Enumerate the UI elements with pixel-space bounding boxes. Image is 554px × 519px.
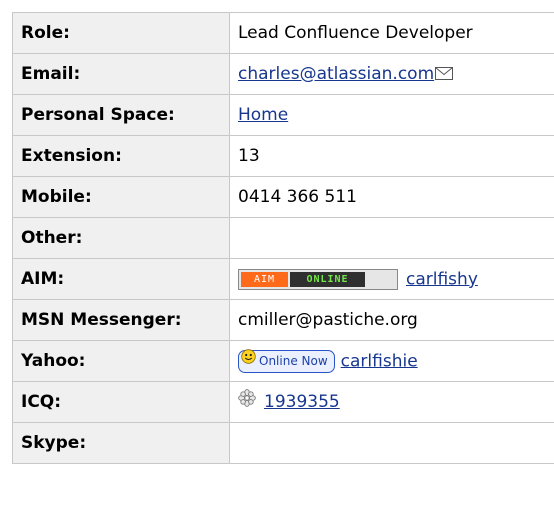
profile-details-table: Role: Lead Confluence Developer Email: c… xyxy=(12,12,554,464)
icq-number-link[interactable]: 1939355 xyxy=(264,392,340,412)
smiley-icon xyxy=(241,349,256,371)
profile-row-aim: AIM: AIM ONLINE carlfishy xyxy=(12,258,554,300)
extension-value: 13 xyxy=(229,135,554,177)
other-value xyxy=(229,217,554,259)
msn-label: MSN Messenger: xyxy=(12,299,230,341)
email-link[interactable]: charles@atlassian.com xyxy=(238,64,434,84)
mail-icon[interactable] xyxy=(435,65,454,85)
icq-flower-icon xyxy=(238,389,256,412)
other-label: Other: xyxy=(12,217,230,259)
profile-row-role: Role: Lead Confluence Developer xyxy=(12,12,554,54)
role-label: Role: xyxy=(12,12,230,54)
email-cell: charles@atlassian.com xyxy=(229,53,554,95)
profile-row-other: Other: xyxy=(12,217,554,259)
aim-screenname-link[interactable]: carlfishy xyxy=(406,269,478,289)
mobile-value: 0414 366 511 xyxy=(229,176,554,218)
mobile-label: Mobile: xyxy=(12,176,230,218)
extension-label: Extension: xyxy=(12,135,230,177)
role-value: Lead Confluence Developer xyxy=(229,12,554,54)
icq-label: ICQ: xyxy=(12,381,230,423)
skype-label: Skype: xyxy=(12,422,230,464)
aim-status-badge[interactable]: AIM ONLINE xyxy=(238,268,398,290)
aim-badge-label: AIM xyxy=(241,271,288,287)
email-label: Email: xyxy=(12,53,230,95)
msn-value: cmiller@pastiche.org xyxy=(229,299,554,341)
aim-online-status: ONLINE xyxy=(290,271,365,287)
yahoo-id-link[interactable]: carlfishie xyxy=(341,351,418,371)
profile-row-yahoo: Yahoo: Online Now carlfishie xyxy=(12,340,554,382)
personal-space-label: Personal Space: xyxy=(12,94,230,136)
profile-row-msn: MSN Messenger: cmiller@pastiche.org xyxy=(12,299,554,341)
aim-label: AIM: xyxy=(12,258,230,300)
yahoo-cell: Online Now carlfishie xyxy=(229,340,554,382)
yahoo-label: Yahoo: xyxy=(12,340,230,382)
profile-row-email: Email: charles@atlassian.com xyxy=(12,53,554,95)
yahoo-badge-text: Online Now xyxy=(259,353,328,368)
skype-value xyxy=(229,422,554,464)
profile-row-icq: ICQ: 1939355 xyxy=(12,381,554,423)
aim-cell: AIM ONLINE carlfishy xyxy=(229,258,554,300)
icq-cell: 1939355 xyxy=(229,381,554,423)
yahoo-online-badge[interactable]: Online Now xyxy=(238,349,335,373)
profile-row-extension: Extension: 13 xyxy=(12,135,554,177)
profile-row-personal-space: Personal Space: Home xyxy=(12,94,554,136)
profile-row-skype: Skype: xyxy=(12,422,554,464)
profile-row-mobile: Mobile: 0414 366 511 xyxy=(12,176,554,218)
personal-space-cell: Home xyxy=(229,94,554,136)
personal-space-link[interactable]: Home xyxy=(238,105,288,125)
